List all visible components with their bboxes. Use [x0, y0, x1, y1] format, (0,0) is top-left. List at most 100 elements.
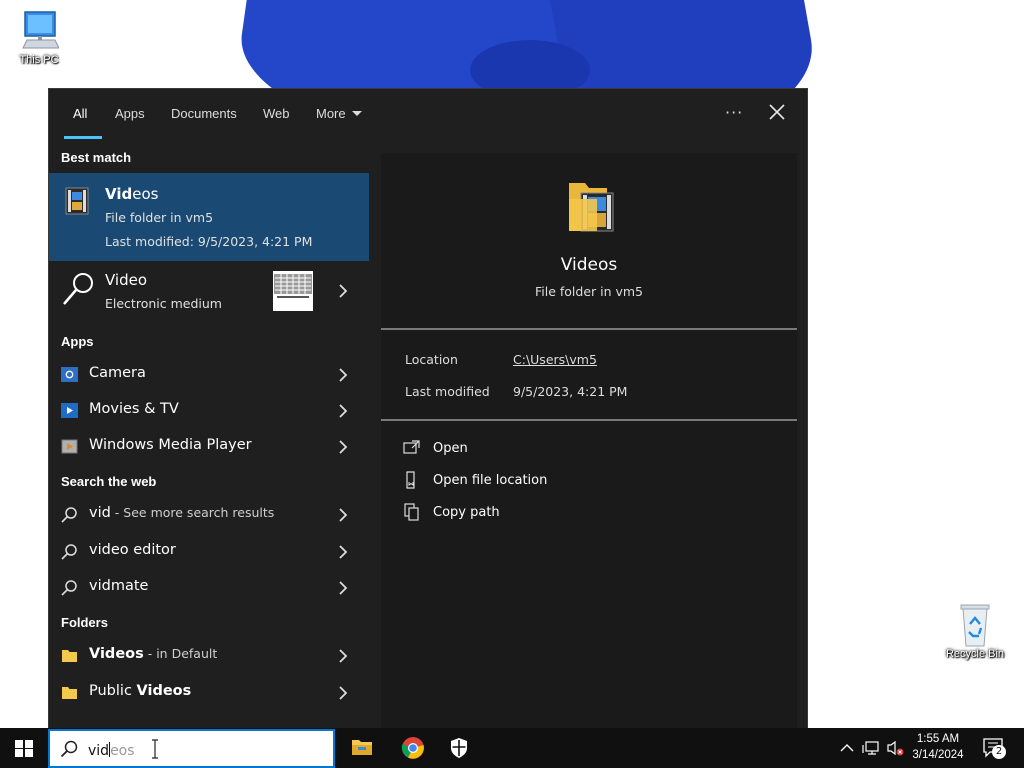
start-button[interactable] — [0, 728, 48, 768]
folder-item-bold: Videos — [136, 683, 192, 699]
tab-all[interactable]: All — [73, 106, 87, 121]
app-label: Camera — [89, 365, 146, 381]
chevron-down-icon — [351, 111, 362, 116]
divider — [381, 328, 797, 330]
web-item-rest: - See more search results — [110, 505, 275, 520]
recycle-bin-icon — [960, 604, 990, 647]
chevron-right-icon[interactable] — [337, 440, 349, 454]
movies-tv-icon — [61, 403, 78, 418]
videos-folder-icon — [65, 187, 89, 215]
search-icon — [60, 740, 78, 758]
best-match-item[interactable]: Videos File folder in vm5 Last modified:… — [49, 173, 369, 261]
chevron-right-icon[interactable] — [337, 581, 349, 595]
tab-more[interactable]: More — [316, 106, 362, 121]
taskbar-security[interactable] — [436, 728, 484, 768]
action-label: Open — [433, 441, 468, 456]
folder-icon — [62, 687, 77, 699]
camera-icon — [61, 367, 78, 382]
best-match-subtitle: File folder in vm5 — [105, 210, 214, 225]
videos-folder-icon — [569, 183, 614, 232]
search-typed-text: vid — [88, 743, 110, 759]
folder-icon — [62, 650, 77, 662]
app-item-camera[interactable]: Camera — [49, 357, 369, 393]
best-match-title: Videos — [105, 185, 158, 203]
system-clock[interactable]: 1:55 AM 3/14/2024 — [904, 731, 972, 763]
folder-item[interactable]: Videos - in Default — [49, 638, 369, 674]
desktop-icon-label: Recycle Bin — [945, 648, 1005, 660]
modified-value: 9/5/2023, 4:21 PM — [513, 384, 628, 399]
text-cursor-icon — [152, 739, 158, 759]
clock-time: 1:55 AM — [916, 733, 960, 745]
taskbar-file-explorer[interactable] — [338, 728, 386, 768]
network-icon[interactable] — [862, 739, 880, 757]
desktop-icon-recycle-bin[interactable]: Recycle Bin — [938, 602, 1012, 660]
definition-subtitle: Electronic medium — [105, 296, 222, 311]
search-icon — [61, 507, 77, 523]
app-item-media-player[interactable]: Windows Media Player — [49, 429, 369, 465]
web-item[interactable]: vid - See more search results — [49, 497, 369, 533]
folder-item[interactable]: Public Videos — [49, 675, 369, 711]
open-icon — [403, 440, 420, 454]
action-label: Copy path — [433, 505, 500, 520]
web-item[interactable]: video editor — [49, 534, 369, 570]
location-link[interactable]: C:\Users\vm5 — [513, 352, 597, 367]
preview-subtitle: File folder in vm5 — [534, 284, 644, 299]
preview-title: Videos — [560, 255, 618, 275]
folder-item-rest: - in Default — [143, 646, 218, 661]
section-search-web: Search the web — [61, 474, 157, 489]
search-icon — [61, 580, 77, 596]
definition-item[interactable]: Video Electronic medium — [49, 269, 369, 317]
tab-more-label: More — [316, 106, 346, 121]
search-tabs: All Apps Documents Web More ··· — [49, 89, 809, 139]
chevron-right-icon[interactable] — [337, 649, 349, 663]
tab-web[interactable]: Web — [263, 106, 290, 121]
taskbar-chrome[interactable] — [388, 728, 436, 768]
chrome-icon — [401, 737, 424, 759]
action-center-button[interactable]: 2 — [982, 737, 1006, 759]
desktop-icon-this-pc[interactable]: This PC — [2, 10, 76, 66]
notification-badge: 2 — [992, 745, 1006, 759]
folder-item-label: Videos - in Default — [89, 646, 217, 662]
tab-apps[interactable]: Apps — [115, 106, 145, 121]
chevron-right-icon[interactable] — [337, 284, 349, 298]
media-player-icon — [61, 439, 78, 454]
action-open-file-location[interactable]: Open file location — [403, 469, 703, 493]
section-best-match: Best match — [61, 150, 132, 165]
location-label: Location — [405, 352, 458, 367]
best-match-modified: Last modified: 9/5/2023, 4:21 PM — [105, 234, 313, 249]
divider — [381, 419, 797, 421]
folder-item-bold: Videos — [89, 646, 144, 662]
search-text: videos — [88, 742, 135, 759]
chevron-right-icon[interactable] — [337, 686, 349, 700]
results-list: Best match Videos File folder in vm5 Las… — [49, 139, 369, 729]
search-panel: All Apps Documents Web More ··· Best mat… — [48, 88, 809, 729]
web-item-bold: vidmate — [89, 578, 149, 594]
chevron-right-icon[interactable] — [337, 404, 349, 418]
tab-documents[interactable]: Documents — [171, 106, 237, 121]
chevron-right-icon[interactable] — [337, 368, 349, 382]
web-item-bold: vid — [89, 505, 111, 521]
taskbar: videos 1:55 AM 3/14/2024 2 — [0, 728, 1024, 768]
file-location-icon — [406, 471, 415, 489]
section-folders: Folders — [61, 615, 108, 630]
action-open[interactable]: Open — [403, 437, 703, 461]
desktop-icon-label: This PC — [19, 54, 59, 66]
web-item-label: vidmate — [89, 578, 148, 594]
action-copy-path[interactable]: Copy path — [403, 501, 703, 525]
copy-path-icon — [404, 503, 419, 521]
chevron-up-icon[interactable] — [838, 739, 856, 757]
close-icon[interactable] — [766, 101, 788, 123]
best-match-title-rest: eos — [132, 185, 159, 203]
web-item[interactable]: vidmate — [49, 570, 369, 606]
taskbar-search-input[interactable]: videos — [48, 729, 335, 768]
preview-pane: Videos File folder in vm5 Location C:\Us… — [381, 153, 797, 729]
more-options-icon[interactable]: ··· — [725, 103, 743, 122]
chevron-right-icon[interactable] — [337, 508, 349, 522]
search-autocomplete: eos — [110, 743, 135, 759]
volume-muted-icon[interactable] — [886, 739, 904, 757]
file-explorer-icon — [352, 740, 372, 755]
search-icon — [61, 544, 77, 560]
app-label: Windows Media Player — [89, 437, 252, 453]
chevron-right-icon[interactable] — [337, 545, 349, 559]
app-item-movies-tv[interactable]: Movies & TV — [49, 393, 369, 429]
